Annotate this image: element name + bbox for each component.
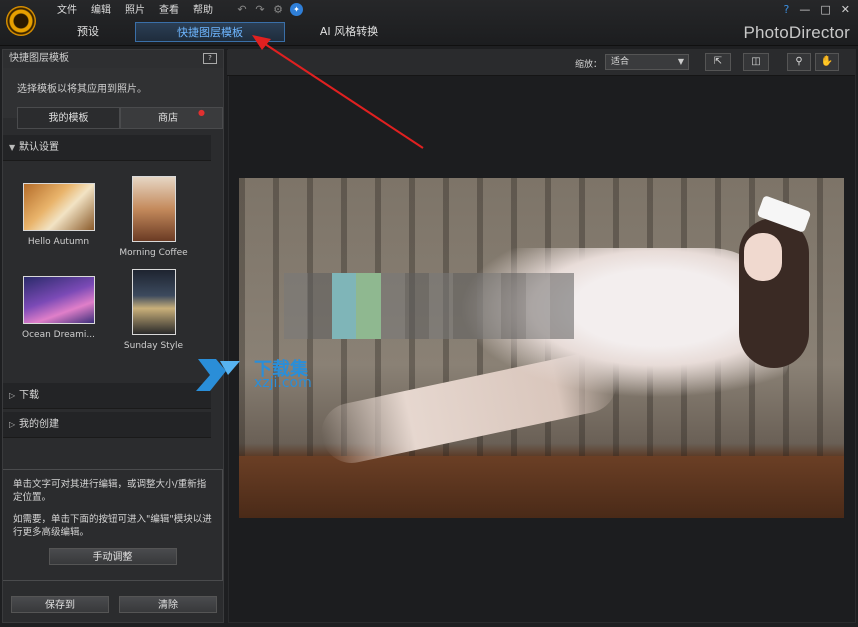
save-to-button[interactable]: 保存到 bbox=[11, 596, 109, 613]
template-caption: Sunday Style bbox=[123, 341, 184, 351]
app-logo[interactable] bbox=[6, 6, 36, 36]
section-download[interactable]: ▷ 下载 bbox=[3, 383, 211, 409]
tab-preset[interactable]: 预设 bbox=[45, 22, 131, 42]
help-button[interactable]: ? bbox=[784, 3, 790, 16]
panel-description-text: 选择模板以将其应用到照片。 bbox=[17, 84, 147, 95]
template-ocean-dreaming[interactable]: Ocean Dreami... bbox=[11, 276, 106, 340]
template-hello-autumn[interactable]: Hello Autumn bbox=[11, 183, 106, 247]
hint-text-1: 单击文字可对其进行编辑，或调整大小/重新指定位置。 bbox=[13, 479, 207, 503]
title-bar: 文件 编辑 照片 查看 帮助 ↶ ↷ ⚙ ✦ ? — □ ✕ 预设 快捷图层模板… bbox=[0, 0, 858, 46]
zoom-label: 缩放： bbox=[575, 60, 603, 70]
template-grid: Hello Autumn Morning Coffee Ocean Dreami… bbox=[3, 161, 211, 371]
expand-right-icon: ▷ bbox=[9, 391, 16, 400]
pixelated-text-overlay bbox=[284, 273, 574, 339]
module-tabs: 预设 快捷图层模板 AI 风格转换 bbox=[45, 22, 409, 42]
menu-help[interactable]: 帮助 bbox=[186, 4, 220, 18]
photo-floor bbox=[239, 456, 844, 518]
section-default-label: 默认设置 bbox=[19, 142, 59, 153]
zoom-search-icon[interactable]: ⚲ bbox=[787, 53, 811, 71]
minimize-button[interactable]: — bbox=[799, 3, 810, 16]
left-panel: 快捷图层模板 ? 选择模板以将其应用到照片。 我的模板 商店 ● ▼ 默认设置 He… bbox=[2, 49, 224, 623]
template-morning-coffee[interactable]: Morning Coffee bbox=[106, 176, 201, 258]
export-icon[interactable]: ⇱ bbox=[705, 53, 731, 71]
tab-store[interactable]: 商店 ● bbox=[120, 107, 223, 129]
expand-down-icon: ▼ bbox=[9, 143, 16, 152]
zoom-select[interactable]: 适合 ▼ bbox=[605, 54, 689, 70]
template-thumbnail bbox=[131, 176, 176, 242]
template-sunday-style[interactable]: Sunday Style bbox=[106, 269, 201, 351]
manual-adjust-button[interactable]: 手动调整 bbox=[48, 548, 177, 565]
watermark-text-url: xzji.com bbox=[254, 375, 312, 391]
photo-subject-face bbox=[744, 233, 782, 281]
panel-header: 快捷图层模板 ? bbox=[3, 50, 223, 68]
section-my-creations-label: 我的创建 bbox=[19, 419, 59, 430]
expand-right-icon: ▷ bbox=[9, 420, 16, 429]
menu-file[interactable]: 文件 bbox=[50, 4, 84, 18]
section-default[interactable]: ▼ 默认设置 bbox=[3, 135, 211, 161]
template-thumbnail bbox=[22, 183, 95, 231]
panel-actions: 保存到 清除 bbox=[11, 596, 217, 613]
tab-my-templates[interactable]: 我的模板 bbox=[17, 107, 120, 129]
site-watermark: 下载集 xzji.com bbox=[196, 355, 346, 395]
compare-icon[interactable]: ◫ bbox=[743, 53, 769, 71]
new-badge-icon: ● bbox=[198, 108, 205, 117]
menu-photo[interactable]: 照片 bbox=[118, 4, 152, 18]
gear-icon[interactable]: ⚙ bbox=[272, 3, 284, 16]
section-download-label: 下载 bbox=[19, 390, 39, 401]
tab-store-label: 商店 bbox=[158, 113, 178, 124]
panel-subtabs: 我的模板 商店 ● bbox=[17, 107, 223, 129]
panel-help-icon[interactable]: ? bbox=[203, 53, 217, 64]
menu-edit[interactable]: 编辑 bbox=[84, 4, 118, 18]
photo-viewer: 缩放： 适合 ▼ ⇱ ◫ ⚲ ✋ bbox=[227, 49, 856, 623]
chevron-down-icon: ▼ bbox=[677, 57, 684, 66]
hand-icon[interactable]: ✋ bbox=[815, 53, 839, 71]
quick-toolbar: ↶ ↷ ⚙ ✦ bbox=[236, 3, 303, 16]
redo-icon[interactable]: ↷ bbox=[254, 3, 266, 16]
hint-text-2: 如需要，单击下面的按钮可进入"编辑"模块以进行更多高级编辑。 bbox=[13, 514, 212, 538]
template-caption: Ocean Dreami... bbox=[22, 330, 95, 340]
hint-box: 单击文字可对其进行编辑，或调整大小/重新指定位置。 如需要，单击下面的按钮可进入… bbox=[3, 469, 223, 581]
template-caption: Hello Autumn bbox=[27, 237, 90, 247]
tab-layer-templates[interactable]: 快捷图层模板 bbox=[135, 22, 285, 42]
undo-icon[interactable]: ↶ bbox=[236, 3, 248, 16]
watermark-logo-icon bbox=[196, 359, 240, 391]
template-thumbnail bbox=[131, 269, 176, 335]
section-my-creations[interactable]: ▷ 我的创建 bbox=[3, 412, 211, 438]
menu-bar: 文件 编辑 照片 查看 帮助 bbox=[50, 4, 220, 18]
panel-title: 快捷图层模板 bbox=[9, 53, 69, 64]
close-button[interactable]: ✕ bbox=[841, 3, 850, 16]
zoom-value: 适合 bbox=[611, 57, 630, 67]
template-caption: Morning Coffee bbox=[119, 248, 188, 258]
template-thumbnail bbox=[22, 276, 95, 324]
brand-name: PhotoDirector bbox=[743, 23, 850, 42]
tab-ai-style[interactable]: AI 风格转换 bbox=[289, 22, 409, 42]
main-photo[interactable] bbox=[239, 178, 844, 518]
window-controls: ? — □ ✕ bbox=[784, 3, 850, 16]
viewer-toolbar: 缩放： 适合 ▼ ⇱ ◫ ⚲ ✋ bbox=[227, 50, 855, 76]
notification-icon[interactable]: ✦ bbox=[290, 3, 303, 16]
maximize-button[interactable]: □ bbox=[820, 3, 830, 16]
menu-view[interactable]: 查看 bbox=[152, 4, 186, 18]
panel-description: 选择模板以将其应用到照片。 我的模板 商店 ● bbox=[3, 68, 223, 129]
clear-button[interactable]: 清除 bbox=[119, 596, 217, 613]
